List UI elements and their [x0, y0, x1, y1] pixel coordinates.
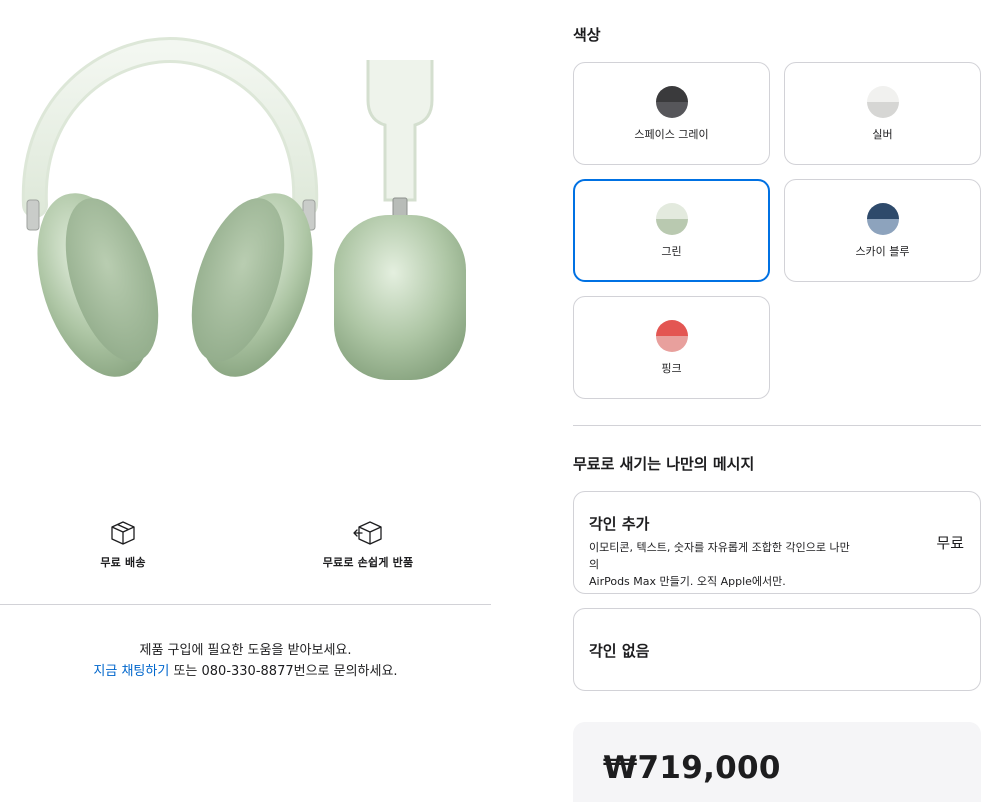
box-icon [111, 521, 135, 545]
engraving-section-title: 무료로 새기는 나만의 메시지 [573, 455, 755, 473]
color-option-green[interactable]: 그린 [573, 179, 770, 282]
add-engraving-title: 각인 추가 [589, 515, 650, 533]
free-returns-feature: 무료로 손쉽게 반품 [268, 518, 468, 570]
engraving-desc-line-1: 이모티콘, 텍스트, 숫자를 자유롭게 조합한 각인으로 나만의 [589, 541, 850, 571]
silver-swatch-icon [866, 86, 899, 118]
help-line-1: 제품 구입에 필요한 도움을 받아보세요. [139, 643, 352, 658]
color-option-label: 그린 [661, 245, 682, 258]
help-phone-text: 또는 080-330-8877번으로 문의하세요. [169, 664, 398, 679]
space-gray-swatch-icon [655, 86, 688, 118]
color-option-label: 스페이스 그레이 [634, 128, 709, 141]
free-delivery-feature: 무료 배송 [23, 518, 223, 570]
color-option-silver[interactable]: 실버 [784, 62, 981, 165]
features-row: 무료 배송 무료로 손쉽게 반품 [0, 518, 492, 588]
return-box-icon [353, 521, 382, 545]
right-divider [573, 425, 981, 426]
color-option-space-gray[interactable]: 스페이스 그레이 [573, 62, 770, 165]
color-option-pink[interactable]: 핑크 [573, 296, 770, 399]
color-option-label: 스카이 블루 [855, 245, 910, 258]
free-delivery-label: 무료 배송 [100, 556, 146, 569]
green-swatch-icon [655, 203, 688, 235]
price-summary: ₩719,000 [573, 722, 981, 802]
no-engraving-title: 각인 없음 [589, 642, 650, 660]
pink-swatch-icon [655, 320, 688, 352]
add-engraving-description: 이모티콘, 텍스트, 숫자를 자유롭게 조합한 각인으로 나만의 AirPods… [589, 539, 859, 590]
engraving-desc-line-2: AirPods Max 만들기. 오직 Apple에서만. [589, 575, 786, 588]
color-section-title: 색상 [573, 26, 601, 44]
help-line-2: 지금 채팅하기 또는 080-330-8877번으로 문의하세요. [0, 661, 491, 682]
color-option-label: 실버 [872, 128, 893, 141]
product-price: ₩719,000 [603, 750, 781, 786]
help-section: 제품 구입에 필요한 도움을 받아보세요. 지금 채팅하기 또는 080-330… [0, 640, 491, 682]
add-engraving-option[interactable]: 각인 추가 이모티콘, 텍스트, 숫자를 자유롭게 조합한 각인으로 나만의 A… [573, 491, 981, 594]
color-option-label: 핑크 [661, 362, 682, 375]
sky-blue-swatch-icon [866, 203, 899, 235]
chat-now-link[interactable]: 지금 채팅하기 [93, 664, 169, 679]
no-engraving-option[interactable]: 각인 없음 [573, 608, 981, 691]
engraving-price: 무료 [936, 534, 964, 552]
left-divider [0, 604, 491, 605]
product-image [21, 36, 466, 380]
free-returns-label: 무료로 손쉽게 반품 [322, 556, 414, 569]
color-option-sky-blue[interactable]: 스카이 블루 [784, 179, 981, 282]
